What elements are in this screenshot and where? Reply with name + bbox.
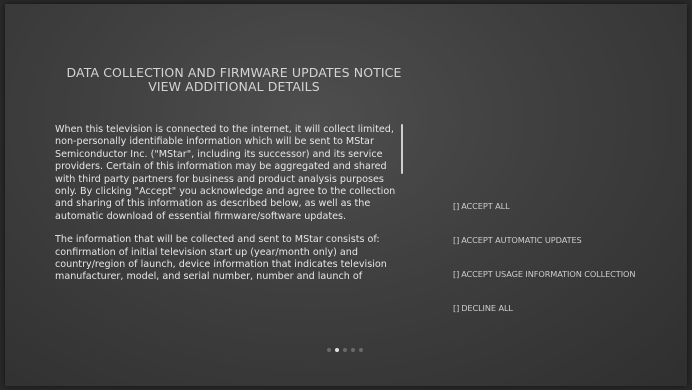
- scrollbar[interactable]: [401, 124, 403, 174]
- notice-body[interactable]: When this television is connected to the…: [55, 124, 401, 316]
- page-dot: [343, 348, 347, 352]
- notice-paragraph-2: The information that will be collected a…: [55, 234, 387, 283]
- checkbox-accept-all[interactable]: []: [453, 201, 459, 211]
- checkbox-accept-automatic-updates[interactable]: []: [453, 235, 459, 245]
- page-dot: [327, 348, 331, 352]
- view-details-link[interactable]: VIEW ADDITIONAL DETAILS: [45, 80, 423, 94]
- notice-title: DATA COLLECTION AND FIRMWARE UPDATES NOT…: [45, 66, 423, 94]
- option-label: ACCEPT USAGE INFORMATION COLLECTION: [461, 269, 636, 279]
- tv-screen: DATA COLLECTION AND FIRMWARE UPDATES NOT…: [5, 4, 687, 386]
- decline-all-option[interactable]: [] DECLINE ALL: [453, 291, 683, 325]
- option-label: ACCEPT ALL: [461, 201, 510, 211]
- page-dot: [359, 348, 363, 352]
- notice-paragraph-1: When this television is connected to the…: [55, 124, 396, 222]
- accept-all-option[interactable]: [] ACCEPT ALL: [453, 189, 683, 223]
- accept-automatic-updates-option[interactable]: [] ACCEPT AUTOMATIC UPDATES: [453, 223, 683, 257]
- notice-title-line1: DATA COLLECTION AND FIRMWARE UPDATES NOT…: [66, 65, 402, 80]
- page-dot: [335, 348, 339, 352]
- consent-options: [] ACCEPT ALL [] ACCEPT AUTOMATIC UPDATE…: [453, 189, 683, 325]
- checkbox-decline-all[interactable]: []: [453, 303, 459, 313]
- accept-usage-information-option[interactable]: [] ACCEPT USAGE INFORMATION COLLECTION: [453, 257, 683, 291]
- checkbox-accept-usage-information[interactable]: []: [453, 269, 459, 279]
- page-dot: [351, 348, 355, 352]
- option-label: ACCEPT AUTOMATIC UPDATES: [461, 235, 582, 245]
- option-label: DECLINE ALL: [461, 303, 513, 313]
- page-indicator: [327, 348, 363, 352]
